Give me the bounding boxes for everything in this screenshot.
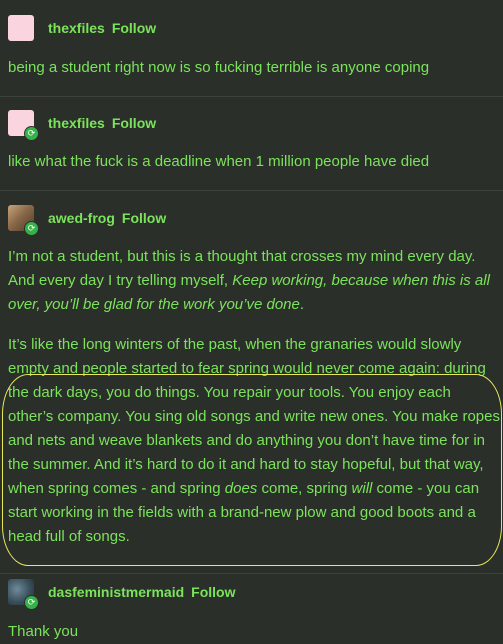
post-header: thexfiles Follow <box>8 14 156 42</box>
username[interactable]: dasfeministmermaid <box>48 584 184 600</box>
avatar[interactable]: ⟳ <box>8 579 39 610</box>
username[interactable]: awed-frog <box>48 210 115 226</box>
post-text: being a student right now is so fucking … <box>8 59 430 76</box>
reblog-icon: ⟳ <box>24 221 39 236</box>
post-text: I’m not a student, but this is a thought… <box>8 245 500 317</box>
follow-button[interactable]: Follow <box>112 20 156 36</box>
reblog-icon: ⟳ <box>24 126 39 141</box>
username[interactable]: thexfiles <box>48 115 105 131</box>
divider <box>0 96 503 97</box>
divider <box>0 190 503 191</box>
paragraph: I’m not a student, but this is a thought… <box>8 248 490 313</box>
post-header: ⟳ thexfiles Follow <box>8 109 156 141</box>
paragraph: It’s like the long winters of the past, … <box>8 336 500 545</box>
post-header: ⟳ dasfeministmermaid Follow <box>8 578 236 610</box>
follow-button[interactable]: Follow <box>112 115 156 131</box>
post-text: It’s like the long winters of the past, … <box>8 333 500 549</box>
divider <box>0 573 503 574</box>
username[interactable]: thexfiles <box>48 20 105 36</box>
post-text: like what the fuck is a deadline when 1 … <box>8 153 430 170</box>
post-header: ⟳ awed-frog Follow <box>8 204 166 236</box>
avatar[interactable]: ⟳ <box>8 110 39 141</box>
follow-button[interactable]: Follow <box>191 584 235 600</box>
follow-button[interactable]: Follow <box>122 210 166 226</box>
avatar[interactable] <box>8 15 34 41</box>
avatar[interactable]: ⟳ <box>8 205 39 236</box>
reblog-icon: ⟳ <box>24 595 39 610</box>
post-text: Thank you <box>8 623 79 640</box>
